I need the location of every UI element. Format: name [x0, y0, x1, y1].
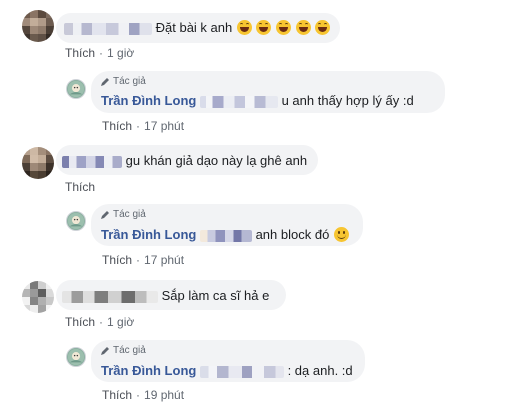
redacted-name [64, 22, 152, 35]
author-name-link[interactable]: Trần Đình Long [101, 363, 196, 378]
timestamp[interactable]: 19 phút [144, 388, 184, 402]
author-badge: Tác giả [100, 76, 146, 87]
pixelated-avatar-image [22, 10, 54, 42]
author-name-link[interactable]: Trần Đình Long [101, 93, 196, 108]
reply-text: u anh thấy hợp lý ấy :d [281, 93, 414, 108]
redacted-name [62, 155, 122, 168]
timestamp[interactable]: 17 phút [144, 253, 184, 267]
redacted-name [62, 290, 158, 303]
comment-text-line: Đặt bài k anh [64, 20, 331, 35]
redacted-name [199, 365, 284, 378]
comment-meta: Thích [65, 180, 95, 194]
author-avatar[interactable] [66, 211, 86, 231]
separator-dot: · [136, 119, 141, 133]
author-badge: Tác giả [100, 209, 146, 220]
laugh-emoji-group [236, 20, 331, 35]
commenter-avatar[interactable] [22, 281, 54, 313]
author-avatar-image [67, 80, 85, 98]
smile-emoji-icon [333, 227, 349, 242]
redacted-name [199, 229, 252, 242]
author-avatar[interactable] [66, 347, 86, 367]
reply-text-line: Trần Đình Long : dạ anh. :d [101, 363, 353, 378]
laugh-emoji-icon [256, 20, 272, 35]
separator-dot: · [136, 388, 141, 402]
timestamp[interactable]: 1 giờ [107, 46, 134, 60]
separator-dot: · [99, 46, 104, 60]
pen-icon [101, 210, 109, 219]
author-avatar-image [67, 348, 85, 366]
redacted-name [199, 95, 278, 108]
laugh-emoji-icon [315, 20, 331, 35]
reply-text: : dạ anh. :d [287, 363, 353, 378]
comment-text-line: gu khán giả dạo này lạ ghê anh [62, 153, 307, 168]
author-badge: Tác giả [100, 345, 146, 356]
pen-icon [101, 77, 109, 86]
reply-meta: Thích · 17 phút [102, 119, 184, 133]
author-avatar[interactable] [66, 79, 86, 99]
reply-meta: Thích · 19 phút [102, 388, 184, 402]
author-badge-label: Tác giả [113, 345, 146, 356]
commenter-avatar[interactable] [22, 10, 54, 42]
separator-dot: · [99, 315, 104, 329]
author-name-link[interactable]: Trần Đình Long [101, 227, 196, 242]
like-link[interactable]: Thích [102, 119, 132, 133]
like-link[interactable]: Thích [65, 46, 95, 60]
comment-text-line: Sắp làm ca sĩ hả e [62, 288, 269, 303]
separator-dot: · [136, 253, 141, 267]
comment-text: Sắp làm ca sĩ hả e [161, 288, 270, 303]
reply-meta: Thích · 17 phút [102, 253, 184, 267]
pixelated-avatar-image [22, 281, 54, 313]
laugh-emoji-icon [295, 20, 311, 35]
comment-meta: Thích · 1 giờ [65, 46, 134, 60]
laugh-emoji-icon [236, 20, 252, 35]
timestamp[interactable]: 1 giờ [107, 315, 134, 329]
like-link[interactable]: Thích [65, 180, 95, 194]
comment-text: Đặt bài k anh [155, 20, 233, 35]
reply-text-line: Trần Đình Long u anh thấy hợp lý ấy :d [101, 93, 414, 108]
comment-meta: Thích · 1 giờ [65, 315, 134, 329]
reply-text-line: Trần Đình Long anh block đó [101, 227, 349, 242]
commenter-avatar[interactable] [22, 147, 54, 179]
author-badge-label: Tác giả [113, 76, 146, 87]
reply-text: anh block đó [255, 227, 330, 242]
author-badge-label: Tác giả [113, 209, 146, 220]
pixelated-avatar-image [22, 147, 54, 179]
comment-text: gu khán giả dạo này lạ ghê anh [125, 153, 308, 168]
like-link[interactable]: Thích [65, 315, 95, 329]
like-link[interactable]: Thích [102, 253, 132, 267]
pen-icon [101, 346, 109, 355]
like-link[interactable]: Thích [102, 388, 132, 402]
laugh-emoji-icon [276, 20, 292, 35]
timestamp[interactable]: 17 phút [144, 119, 184, 133]
author-avatar-image [67, 212, 85, 230]
